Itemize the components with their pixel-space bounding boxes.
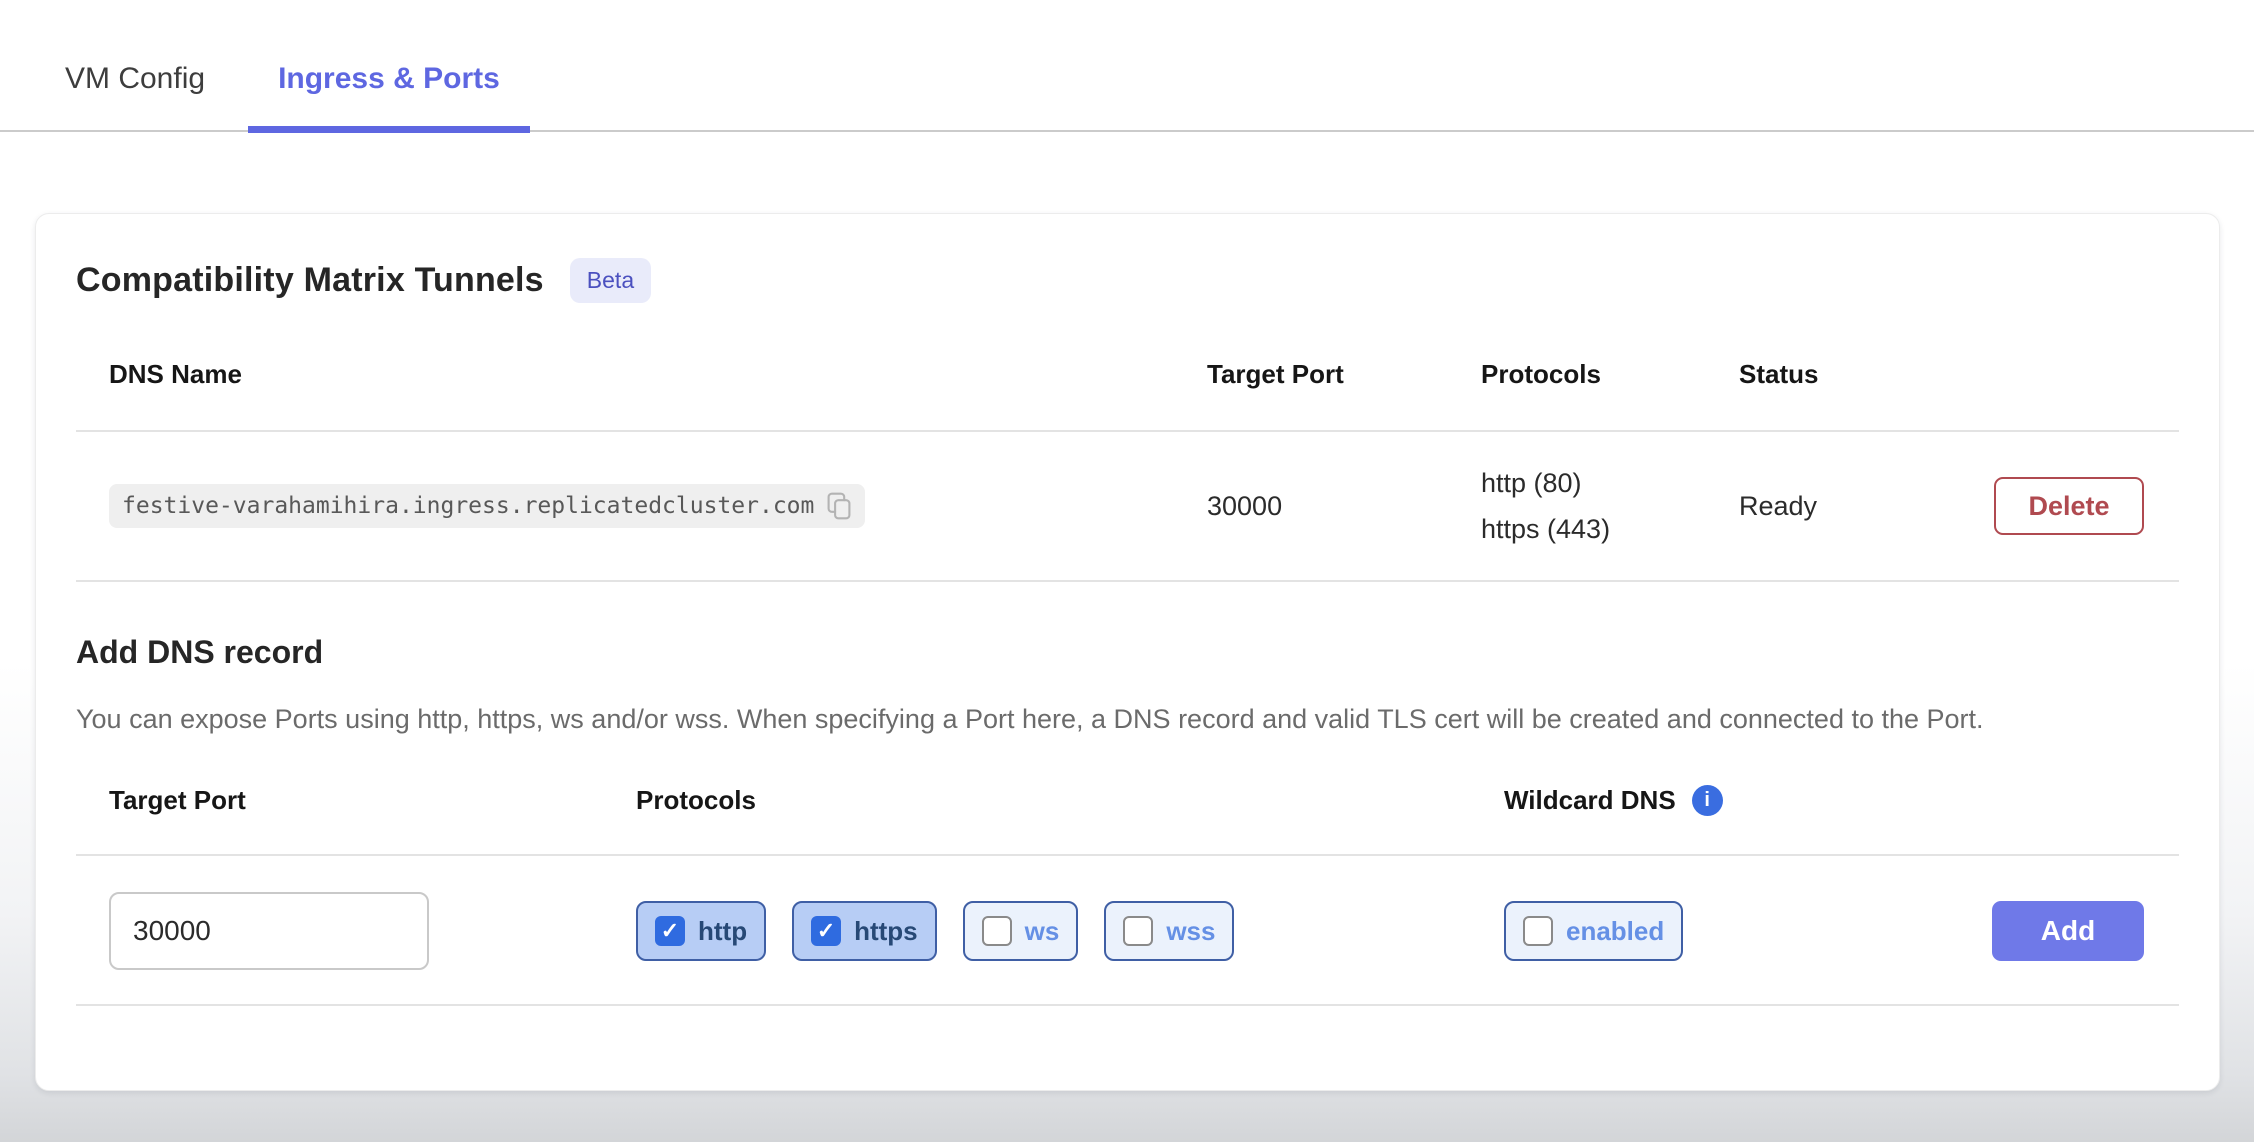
info-icon[interactable]: i [1692, 785, 1723, 816]
wildcard-enabled-label: enabled [1566, 916, 1664, 947]
delete-button[interactable]: Delete [1994, 477, 2144, 535]
wildcard-enabled-checkbox[interactable]: enabled [1504, 901, 1683, 961]
tab-vm-config[interactable]: VM Config [65, 62, 205, 130]
column-header-target-port: Target Port [1207, 359, 1481, 390]
dns-name-value: festive-varahamihira.ingress.replicatedc… [122, 493, 814, 519]
add-button[interactable]: Add [1992, 901, 2144, 961]
protocol-checkbox-label: ws [1025, 916, 1060, 947]
protocol-checkbox-label: https [854, 916, 918, 947]
add-dns-record-title: Add DNS record [76, 634, 2179, 671]
dns-name-pill: festive-varahamihira.ingress.replicatedc… [109, 484, 865, 528]
form-label-wildcard-dns: Wildcard DNS [1504, 785, 1676, 816]
protocol-checkbox-label: http [698, 916, 747, 947]
compatibility-matrix-tunnels-card: Compatibility Matrix Tunnels Beta DNS Na… [35, 213, 2220, 1091]
tunnels-table-header: DNS Name Target Port Protocols Status [76, 359, 2179, 432]
add-dns-form-header: Target Port Protocols Wildcard DNS i [76, 785, 2179, 856]
target-port-cell: 30000 [1207, 491, 1481, 522]
card-title-row: Compatibility Matrix Tunnels Beta [76, 258, 2179, 303]
beta-badge: Beta [570, 258, 651, 303]
dns-name-cell: festive-varahamihira.ingress.replicatedc… [76, 484, 1207, 528]
protocol-checkbox-label: wss [1166, 916, 1215, 947]
protocol-checkbox-wss[interactable]: wss [1104, 901, 1234, 961]
checkbox-checked-icon: ✓ [655, 916, 685, 946]
target-port-input[interactable] [109, 892, 429, 970]
protocol-checkbox-http[interactable]: ✓ http [636, 901, 766, 961]
protocol-checkbox-group: ✓ http ✓ https ws wss [636, 901, 1504, 961]
protocol-checkbox-https[interactable]: ✓ https [792, 901, 937, 961]
protocol-checkbox-ws[interactable]: ws [963, 901, 1079, 961]
add-dns-form-row: ✓ http ✓ https ws wss enabled Add [76, 856, 2179, 1006]
copy-icon[interactable] [826, 491, 852, 521]
checkbox-unchecked-icon [1123, 916, 1153, 946]
column-header-dns-name: DNS Name [76, 359, 1207, 390]
protocol-line-http: http (80) [1481, 460, 1739, 506]
checkbox-checked-icon: ✓ [811, 916, 841, 946]
tab-ingress-ports[interactable]: Ingress & Ports [248, 62, 530, 130]
status-cell: Ready [1739, 491, 1956, 522]
page-title: Compatibility Matrix Tunnels [76, 261, 544, 300]
checkbox-unchecked-icon [1523, 916, 1553, 946]
form-label-wildcard-dns-wrap: Wildcard DNS i [1504, 785, 1956, 816]
checkbox-unchecked-icon [982, 916, 1012, 946]
protocol-line-https: https (443) [1481, 506, 1739, 552]
target-port-field-wrap [76, 892, 636, 970]
form-label-protocols: Protocols [636, 785, 1504, 816]
add-dns-record-description: You can expose Ports using http, https, … [76, 699, 2179, 739]
form-label-target-port: Target Port [76, 785, 636, 816]
tab-bar: VM Config Ingress & Ports [0, 0, 2254, 132]
protocols-cell: http (80) https (443) [1481, 460, 1739, 552]
column-header-protocols: Protocols [1481, 359, 1739, 390]
column-header-status: Status [1739, 359, 1956, 390]
table-row: festive-varahamihira.ingress.replicatedc… [76, 432, 2179, 582]
wildcard-dns-field-wrap: enabled [1504, 901, 1956, 961]
